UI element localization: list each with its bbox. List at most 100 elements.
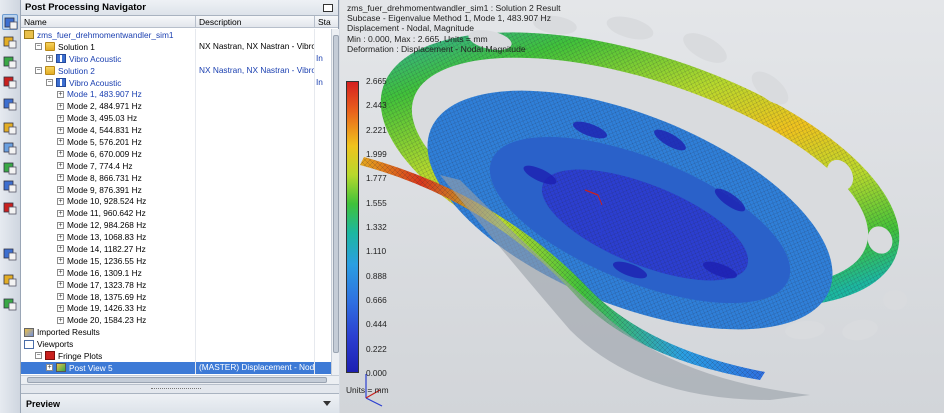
collapse-icon[interactable]: −: [46, 79, 53, 86]
chevron-down-icon[interactable]: [323, 401, 331, 406]
panel-splitter[interactable]: [21, 384, 339, 393]
mode-result-row[interactable]: + Mode 9, 876.391 Hz: [21, 183, 331, 196]
expand-icon[interactable]: +: [57, 138, 64, 146]
column-name[interactable]: Name: [21, 16, 196, 27]
mode-result-row[interactable]: + Mode 19, 1426.33 Hz: [21, 302, 331, 315]
tree-row-description: [196, 338, 315, 351]
expand-icon[interactable]: +: [57, 281, 64, 289]
collapse-icon[interactable]: −: [35, 67, 42, 75]
tree-row[interactable]: − Solution 2 NX Nastran, NX Nastran - Vibr…: [21, 64, 331, 77]
mode-result-row[interactable]: + Mode 8, 866.731 Hz: [21, 171, 331, 184]
mode-result-row[interactable]: + Mode 12, 984.268 Hz: [21, 219, 331, 232]
expand-icon[interactable]: +: [57, 293, 64, 301]
graph-icon[interactable]: [2, 178, 18, 194]
mode-result-row[interactable]: + Mode 5, 576.201 Hz: [21, 136, 331, 148]
tree-row-description: [196, 29, 315, 41]
expand-icon[interactable]: +: [57, 90, 64, 98]
expand-icon[interactable]: +: [57, 102, 64, 110]
tree-row[interactable]: zms_fuer_drehmomentwandler_sim1: [21, 29, 331, 41]
deform-icon[interactable]: [2, 96, 18, 112]
expand-icon[interactable]: +: [57, 162, 64, 170]
mode-result-row[interactable]: + Mode 10, 928.524 Hz: [21, 195, 331, 208]
legend-value: 0.888: [366, 270, 387, 281]
mode-result-row[interactable]: + Mode 4, 544.831 Hz: [21, 124, 331, 137]
expand-icon[interactable]: +: [57, 269, 64, 277]
legend-value: 1.332: [366, 222, 387, 232]
element-icon[interactable]: [2, 54, 18, 70]
expand-icon[interactable]: +: [57, 174, 64, 182]
tree-row[interactable]: Imported Results: [21, 326, 331, 339]
tree-row-status: [315, 65, 331, 77]
expand-icon[interactable]: +: [57, 316, 64, 324]
tree-row-label: Mode 20, 1584.23 Hz: [67, 315, 147, 326]
vertical-scrollbar[interactable]: [331, 29, 339, 375]
mode-result-row[interactable]: + Mode 20, 1584.23 Hz: [21, 314, 331, 327]
tree-row[interactable]: + Post View 5 (MASTER) Displacement - Noda…: [21, 361, 331, 374]
animation-icon[interactable]: [2, 140, 18, 156]
legend-value: 1.777: [366, 173, 387, 184]
expand-icon[interactable]: +: [57, 304, 64, 312]
column-description[interactable]: Description: [196, 16, 315, 27]
tree-row-description: [196, 326, 315, 339]
fe-model-render[interactable]: [340, 0, 944, 413]
mode-result-row[interactable]: + Mode 2, 484.971 Hz: [21, 100, 331, 113]
scroll-thumb[interactable]: [27, 377, 327, 383]
tree-row[interactable]: − Vibro Acoustic In: [21, 76, 331, 89]
result-icon[interactable]: [2, 120, 18, 136]
tree-row[interactable]: − Solution 1 NX Nastran, NX Nastran - Vibr…: [21, 40, 331, 53]
expand-icon[interactable]: +: [57, 221, 64, 229]
expand-icon[interactable]: +: [57, 197, 64, 205]
preview-panel-header[interactable]: Preview: [21, 393, 339, 413]
expand-icon[interactable]: +: [57, 186, 64, 194]
tree-row-status: [315, 100, 331, 112]
mode-result-row[interactable]: + Mode 13, 1068.83 Hz: [21, 231, 331, 244]
tree-row[interactable]: + Vibro Acoustic In: [21, 52, 331, 65]
mode-result-row[interactable]: + Mode 6, 670.009 Hz: [21, 147, 331, 160]
expand-icon[interactable]: +: [57, 209, 64, 217]
tree-row-description: [196, 183, 315, 196]
mode-result-row[interactable]: + Mode 16, 1309.1 Hz: [21, 266, 331, 279]
display-icon[interactable]: [2, 160, 18, 176]
mode-result-row[interactable]: + Mode 18, 1375.69 Hz: [21, 290, 331, 303]
tree-row[interactable]: Viewports: [21, 338, 331, 351]
expand-icon[interactable]: +: [57, 233, 64, 241]
marker-icon[interactable]: [2, 272, 18, 288]
color-bar-icon[interactable]: [2, 296, 18, 312]
column-status[interactable]: Stat: [315, 16, 331, 27]
expand-icon[interactable]: +: [57, 126, 64, 134]
expand-icon[interactable]: +: [57, 114, 64, 122]
mode-result-row[interactable]: + Mode 1, 483.907 Hz: [21, 88, 331, 101]
clock-icon[interactable]: [2, 246, 18, 262]
mesh-icon[interactable]: [2, 34, 18, 50]
tree-row-status: [315, 219, 331, 231]
collapse-icon[interactable]: −: [35, 352, 42, 360]
tree-row-label: Mode 6, 670.009 Hz: [67, 148, 142, 159]
mode-result-row[interactable]: + Mode 14, 1182.27 Hz: [21, 243, 331, 255]
expand-icon[interactable]: +: [46, 55, 53, 63]
tree-row-description: [196, 219, 315, 232]
mode-result-row[interactable]: + Mode 17, 1323.78 Hz: [21, 278, 331, 291]
scroll-thumb[interactable]: [333, 35, 339, 353]
expand-icon[interactable]: +: [57, 245, 64, 253]
solution-icon[interactable]: [2, 14, 18, 30]
expand-icon[interactable]: +: [46, 364, 53, 372]
tree-row[interactable]: − Fringe Plots: [21, 350, 331, 362]
tree-row-status: [315, 279, 331, 291]
horizontal-scrollbar[interactable]: [21, 375, 339, 384]
legend-value: 2.221: [366, 124, 387, 135]
mode-result-row[interactable]: + Mode 11, 960.642 Hz: [21, 207, 331, 220]
collapse-icon[interactable]: −: [35, 43, 42, 51]
graphics-viewport[interactable]: zms_fuer_drehmomentwandler_sim1 : Soluti…: [340, 0, 944, 413]
mode-result-row[interactable]: + Mode 7, 774.4 Hz: [21, 159, 331, 172]
mode-result-row[interactable]: + Mode 3, 495.03 Hz: [21, 112, 331, 125]
mode-result-row[interactable]: + Mode 15, 1236.55 Hz: [21, 254, 331, 267]
identify-icon[interactable]: [2, 200, 18, 216]
expand-icon[interactable]: +: [57, 257, 64, 265]
tree-row-status: [315, 148, 331, 160]
tree-row-status: [315, 41, 331, 53]
fringe-icon[interactable]: [2, 74, 18, 90]
expand-icon[interactable]: +: [57, 150, 64, 158]
tree-row-status: [315, 207, 331, 219]
tree-row-status: [315, 243, 331, 255]
maximize-icon[interactable]: [323, 3, 333, 12]
